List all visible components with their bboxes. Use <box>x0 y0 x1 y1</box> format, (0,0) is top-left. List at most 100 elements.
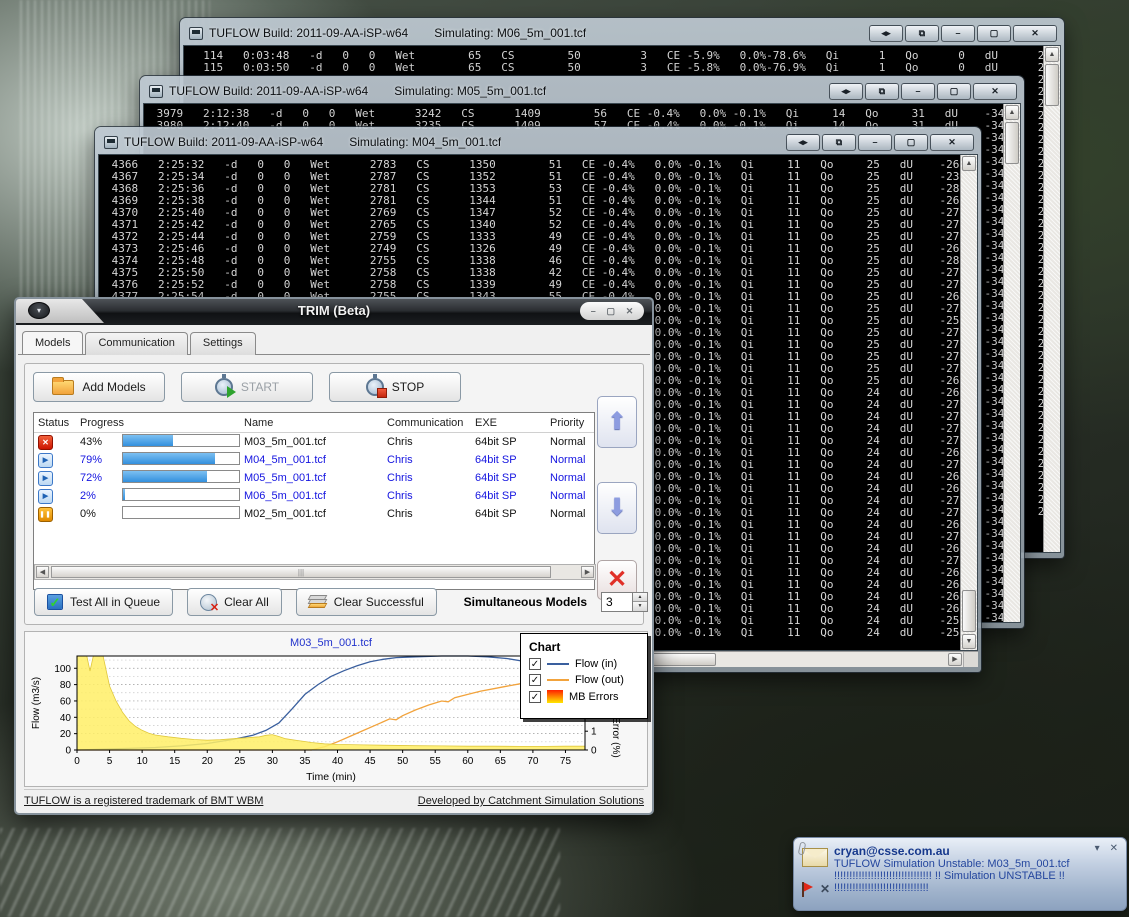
clear-all-button[interactable]: Clear All <box>187 588 282 616</box>
console-titlebar[interactable]: TUFLOW Build: 2011-09-AA-iSP-w64Simulati… <box>143 79 1021 103</box>
console-titlebar[interactable]: TUFLOW Build: 2011-09-AA-iSP-w64Simulati… <box>183 21 1061 45</box>
maximize-button[interactable]: ▢ <box>894 134 928 151</box>
test-all-button[interactable]: ✓ Test All in Queue <box>34 588 173 616</box>
model-priority: Normal <box>546 472 595 484</box>
svg-text:65: 65 <box>495 756 507 767</box>
svg-text:80: 80 <box>60 680 72 691</box>
svg-text:60: 60 <box>60 696 72 707</box>
model-communication: Chris <box>383 508 471 520</box>
checkbox-check-icon: ✓ <box>47 594 63 610</box>
mark-icon[interactable]: ◂▸ <box>869 25 903 42</box>
clear-successful-button[interactable]: Clear Successful <box>296 588 437 616</box>
checkbox-checked-icon[interactable]: ✓ <box>529 658 541 670</box>
mark-icon[interactable]: ◂▸ <box>786 134 820 151</box>
legend-item-flow-out[interactable]: ✓ Flow (out) <box>529 674 639 686</box>
scroll-left-icon[interactable]: ◀ <box>36 566 49 578</box>
console-titlebar[interactable]: TUFLOW Build: 2011-09-AA-iSP-w64Simulati… <box>98 130 978 154</box>
scroll-up-icon[interactable]: ▲ <box>962 156 976 171</box>
vertical-scrollbar[interactable]: ▲ <box>1043 46 1060 552</box>
legend-item-flow-in[interactable]: ✓ Flow (in) <box>529 658 639 670</box>
tab-communication[interactable]: Communication <box>85 332 187 355</box>
table-row[interactable]: ▶2%M06_5m_001.tcfChris64bit SPNormal <box>34 487 594 505</box>
status-error-icon: ✕ <box>38 435 53 450</box>
resize-grip[interactable] <box>963 652 978 667</box>
notification-sender[interactable]: cryan@csse.com.au <box>834 844 1118 858</box>
stepper-value[interactable]: 3 <box>602 593 632 611</box>
minimize-button[interactable]: – <box>591 306 596 316</box>
tab-settings[interactable]: Settings <box>190 332 256 355</box>
scroll-up-icon[interactable]: ▲ <box>1045 47 1059 62</box>
model-name: M06_5m_001.tcf <box>240 490 383 502</box>
svg-text:20: 20 <box>60 729 72 740</box>
minimize-button[interactable]: – <box>941 25 975 42</box>
trademark-link[interactable]: TUFLOW is a registered trademark of BMT … <box>24 795 263 807</box>
status-running-icon: ▶ <box>38 489 53 504</box>
table-row[interactable]: ❚❚0%M02_5m_001.tcfChris64bit SPNormal <box>34 505 594 523</box>
scrollbar-thumb[interactable] <box>1005 122 1019 164</box>
minimize-button[interactable]: – <box>901 83 935 100</box>
svg-text:0: 0 <box>74 756 80 767</box>
table-horizontal-scrollbar[interactable]: ◀ ||| ▶ <box>34 564 596 580</box>
email-notification-popup[interactable]: ✕ ▾ ✕ cryan@csse.com.au TUFLOW Simulatio… <box>793 837 1127 911</box>
scroll-up-icon[interactable]: ▲ <box>1005 105 1019 120</box>
gradient-sample-icon <box>547 690 563 703</box>
scrollbar-thumb[interactable] <box>1045 64 1059 106</box>
simultaneous-models-stepper[interactable]: 3 ▲ ▼ <box>601 592 648 612</box>
close-button[interactable]: ✕ <box>973 83 1017 100</box>
col-exe: EXE <box>471 417 546 429</box>
minimize-button[interactable]: – <box>858 134 892 151</box>
stepper-down-icon[interactable]: ▼ <box>633 602 647 611</box>
close-button[interactable]: ✕ <box>930 134 974 151</box>
progress-percent: 2% <box>76 490 118 502</box>
checkbox-checked-icon[interactable]: ✓ <box>529 674 541 686</box>
tab-models[interactable]: Models <box>22 331 83 354</box>
maximize-button[interactable]: ▢ <box>606 306 615 317</box>
checkbox-checked-icon[interactable]: ✓ <box>529 691 541 703</box>
svg-text:45: 45 <box>365 756 377 767</box>
vertical-scrollbar[interactable]: ▲ ▼ <box>960 155 977 650</box>
copy-icon[interactable]: ⧉ <box>822 134 856 151</box>
scroll-right-icon[interactable]: ▶ <box>581 566 594 578</box>
copy-icon[interactable]: ⧉ <box>865 83 899 100</box>
scroll-down-icon[interactable]: ▼ <box>962 634 976 649</box>
options-chevron-icon[interactable]: ▾ <box>1095 843 1100 854</box>
scroll-right-icon[interactable]: ▶ <box>948 653 962 666</box>
vertical-scrollbar[interactable]: ▲ <box>1003 104 1020 622</box>
progress-bar <box>122 488 240 501</box>
svg-text:60: 60 <box>462 756 474 767</box>
flag-icon[interactable] <box>803 882 813 892</box>
maximize-button[interactable]: ▢ <box>977 25 1011 42</box>
maximize-button[interactable]: ▢ <box>937 83 971 100</box>
stop-button[interactable]: STOP <box>329 372 461 402</box>
model-exe: 64bit SP <box>471 454 546 466</box>
trim-titlebar[interactable]: ▾ TRIM (Beta) – ▢ ✕ <box>16 299 652 325</box>
close-button[interactable]: ✕ <box>1013 25 1057 42</box>
table-row[interactable]: ▶79%M04_5m_001.tcfChris64bit SPNormal <box>34 451 594 469</box>
table-row[interactable]: ✕43%M03_5m_001.tcfChris64bit SPNormal <box>34 433 594 451</box>
model-priority: Normal <box>546 490 595 502</box>
svg-text:100: 100 <box>54 664 71 675</box>
svg-text:40: 40 <box>332 756 344 767</box>
scrollbar-thumb[interactable]: ||| <box>51 566 551 578</box>
mark-icon[interactable]: ◂▸ <box>829 83 863 100</box>
model-exe: 64bit SP <box>471 472 546 484</box>
stepper-up-icon[interactable]: ▲ <box>633 593 647 602</box>
delete-icon[interactable]: ✕ <box>820 882 830 896</box>
console-window-icon <box>104 136 118 149</box>
model-name: M04_5m_001.tcf <box>240 454 383 466</box>
move-up-button[interactable]: ⬆ <box>597 396 637 448</box>
developer-link[interactable]: Developed by Catchment Simulation Soluti… <box>418 795 644 807</box>
close-button[interactable]: ✕ <box>626 306 634 317</box>
legend-item-mb-errors[interactable]: ✓ MB Errors <box>529 690 639 703</box>
status-running-icon: ▶ <box>38 471 53 486</box>
move-down-button[interactable]: ⬇ <box>597 482 637 534</box>
scrollbar-thumb[interactable] <box>962 590 976 632</box>
close-icon[interactable]: ✕ <box>1110 843 1118 854</box>
add-models-button[interactable]: Add Models <box>33 372 165 402</box>
copy-icon[interactable]: ⧉ <box>905 25 939 42</box>
notification-body-line2: !!!!!!!!!!!!!!!!!!!!!!!!!!!!!!! <box>834 882 1118 894</box>
table-row[interactable]: ▶72%M05_5m_001.tcfChris64bit SPNormal <box>34 469 594 487</box>
svg-text:0: 0 <box>65 746 71 757</box>
notification-subject[interactable]: TUFLOW Simulation Unstable: M03_5m_001.t… <box>834 858 1118 870</box>
start-button[interactable]: START <box>181 372 313 402</box>
